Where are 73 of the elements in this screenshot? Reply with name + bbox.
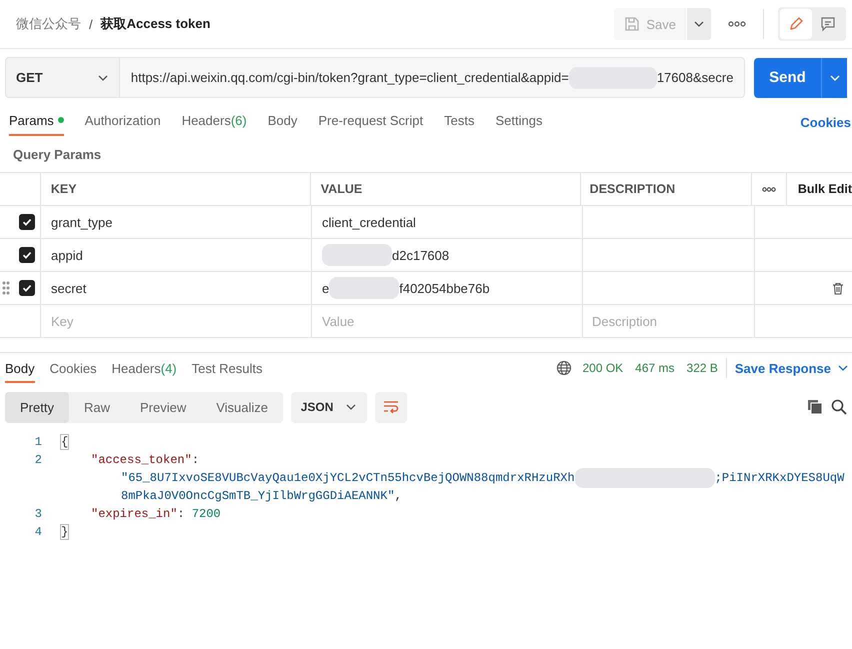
copy-icon[interactable] xyxy=(807,399,823,415)
line-number: 2 xyxy=(34,453,42,467)
request-tab[interactable]: Body xyxy=(268,108,298,136)
param-key[interactable]: secret xyxy=(51,280,86,296)
json-key: "access_token" xyxy=(91,453,192,467)
request-tab[interactable]: Pre-request Script xyxy=(318,108,424,136)
request-tab[interactable]: Params xyxy=(9,108,64,136)
checkbox[interactable] xyxy=(19,280,35,296)
json-brace: } xyxy=(61,525,68,539)
response-time: 467 ms xyxy=(635,361,675,375)
json-string: 8mPkaJ0V0OncCgSmTB_YjIlbWrgGGDiAEANNK" xyxy=(121,489,395,503)
checkbox[interactable] xyxy=(19,214,35,230)
wrap-lines-button[interactable] xyxy=(375,392,408,422)
save-response-button[interactable]: Save Response xyxy=(734,360,849,376)
json-punctuation: : xyxy=(192,453,200,467)
response-tab[interactable]: Headers(4) xyxy=(112,353,177,383)
method-dropdown[interactable]: GET xyxy=(5,57,120,98)
comment-icon xyxy=(820,16,836,32)
view-tab[interactable]: Visualize xyxy=(201,392,284,422)
view-tab[interactable]: Preview xyxy=(124,392,202,422)
request-tab[interactable]: Settings xyxy=(495,108,542,136)
more-icon[interactable] xyxy=(762,186,776,192)
json-number: 7200 xyxy=(192,507,221,521)
column-header: DESCRIPTION xyxy=(590,182,676,196)
checkbox[interactable] xyxy=(19,247,35,263)
json-punctuation: : xyxy=(177,507,186,521)
send-button[interactable]: Send xyxy=(754,58,821,98)
request-tab[interactable]: Tests xyxy=(444,108,474,136)
response-tab[interactable]: Body xyxy=(5,353,35,383)
section-title: Query Params xyxy=(12,146,102,164)
send-dropdown-button[interactable] xyxy=(821,58,847,98)
breadcrumb-separator: / xyxy=(89,16,93,32)
breadcrumb-parent[interactable]: 微信公众号 xyxy=(16,15,81,33)
edit-button[interactable] xyxy=(780,9,812,39)
redaction-blur xyxy=(322,244,392,266)
bulk-edit-link[interactable]: Bulk Edit xyxy=(798,182,852,196)
request-tab[interactable]: Headers(6) xyxy=(182,108,247,136)
response-size: 322 B xyxy=(686,361,718,375)
json-string: ;PiINrXRKxDYES8UqW xyxy=(714,471,844,485)
drag-handle-icon[interactable] xyxy=(2,281,10,295)
param-value[interactable]: f402054bbe76b xyxy=(399,280,490,296)
line-number: 4 xyxy=(34,525,42,539)
redaction-blur xyxy=(329,277,400,299)
json-string: "65_8U7IxvoSE8VUBcVayQau1e0XjYCL2vCTn55hcvBejQOWN88qmdrxRHzuRXh xyxy=(121,471,575,485)
param-key[interactable]: grant_type xyxy=(51,214,112,230)
param-value[interactable]: client_credential xyxy=(322,214,416,230)
view-tab[interactable]: Raw xyxy=(68,392,125,422)
line-number: 3 xyxy=(34,507,42,521)
response-tab[interactable]: Cookies xyxy=(50,353,97,383)
param-value[interactable]: e xyxy=(322,280,330,296)
view-tab[interactable]: Pretty xyxy=(5,392,69,422)
json-punctuation: , xyxy=(394,489,402,503)
format-dropdown[interactable]: JSON xyxy=(291,392,368,422)
column-header: VALUE xyxy=(320,182,362,196)
json-key: "expires_in" xyxy=(91,507,178,521)
globe-icon[interactable] xyxy=(556,360,572,376)
pencil-icon xyxy=(788,16,804,32)
trash-icon[interactable] xyxy=(832,282,844,294)
response-tab[interactable]: Test Results xyxy=(192,353,262,383)
param-key[interactable]: appid xyxy=(51,248,83,262)
url-field[interactable]: https://api.weixin.qq.com/cgi-bin/token?grant_type=client_credential&appid= 17608&secre xyxy=(120,57,745,98)
search-icon[interactable] xyxy=(831,399,847,415)
wrap-lines-icon xyxy=(383,400,400,414)
column-header: KEY xyxy=(50,182,77,196)
cookies-link[interactable]: Cookies xyxy=(800,114,852,130)
json-brace: { xyxy=(61,435,68,449)
status-code: 200 OK xyxy=(582,361,624,375)
more-icon[interactable] xyxy=(728,21,746,27)
param-value[interactable]: d2c17608 xyxy=(392,248,450,262)
line-number: 1 xyxy=(34,435,42,449)
request-title: 获取Access token xyxy=(100,15,210,33)
save-icon xyxy=(624,16,640,32)
request-tab[interactable]: Authorization xyxy=(84,108,161,136)
